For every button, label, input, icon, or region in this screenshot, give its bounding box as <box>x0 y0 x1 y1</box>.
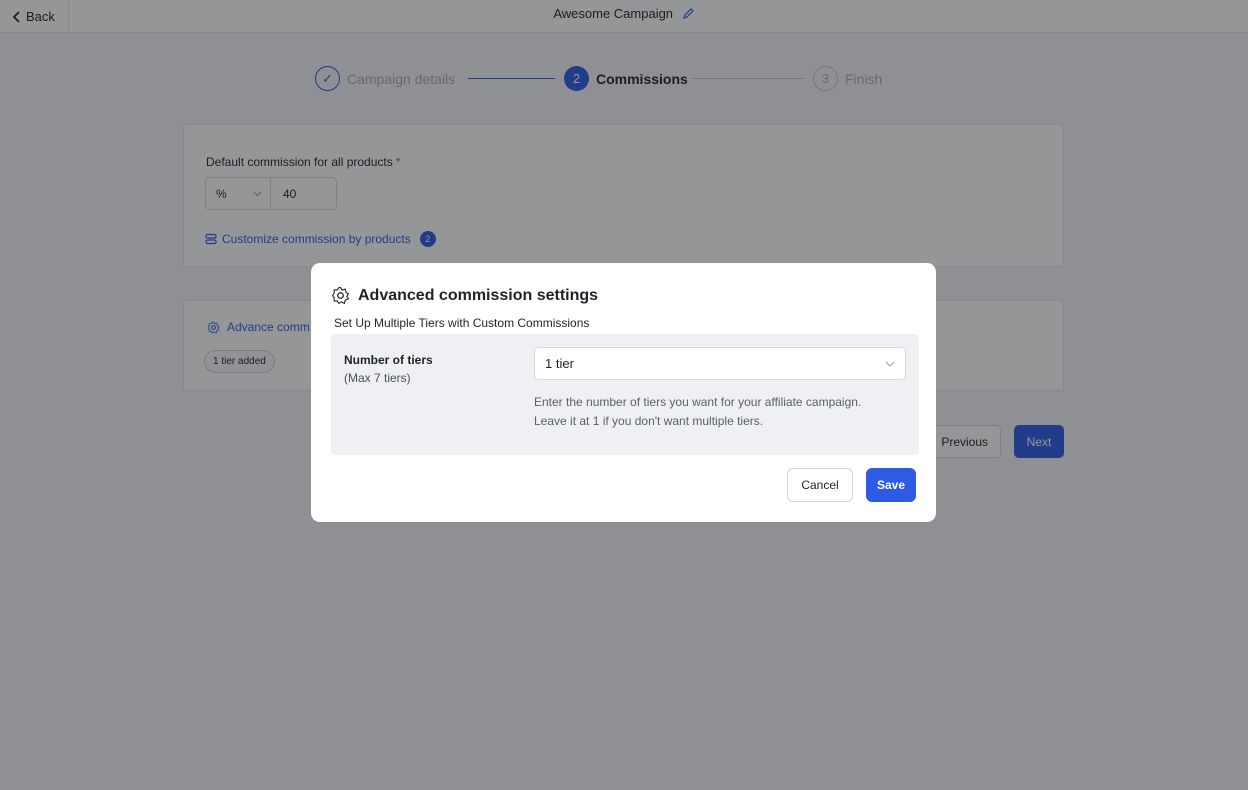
modal-header: Advanced commission settings <box>331 286 598 305</box>
tiers-max-note: (Max 7 tiers) <box>344 371 411 385</box>
save-button[interactable]: Save <box>866 468 916 502</box>
tiers-label: Number of tiers <box>344 353 433 367</box>
help-line: Enter the number of tiers you want for y… <box>534 395 862 409</box>
advanced-commission-modal: Advanced commission settings Set Up Mult… <box>311 263 936 522</box>
help-line: Leave it at 1 if you don't want multiple… <box>534 414 764 428</box>
chevron-down-icon <box>885 361 895 367</box>
modal-title: Advanced commission settings <box>358 286 599 304</box>
tiers-select[interactable]: 1 tier <box>534 347 906 380</box>
tiers-help-text: Enter the number of tiers you want for y… <box>534 393 906 431</box>
modal-subtitle: Set Up Multiple Tiers with Custom Commis… <box>334 316 590 330</box>
tiers-selected-value: 1 tier <box>545 356 574 371</box>
cancel-button[interactable]: Cancel <box>787 468 853 502</box>
tiers-panel: Number of tiers (Max 7 tiers) 1 tier Ent… <box>331 334 919 455</box>
gear-icon <box>331 287 350 305</box>
